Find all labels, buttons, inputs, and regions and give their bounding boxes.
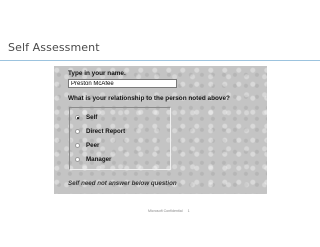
relationship-radio-group: Self Direct Report Peer Manager xyxy=(69,107,171,170)
instruction-note: Self need not answer below question xyxy=(68,180,177,187)
radio-option-manager[interactable]: Manager xyxy=(75,155,111,164)
title-divider xyxy=(0,60,320,61)
slide-title: Self Assessment xyxy=(8,41,100,54)
name-input[interactable] xyxy=(68,79,177,88)
radio-label-manager: Manager xyxy=(86,156,112,163)
radio-option-direct-report[interactable]: Direct Report xyxy=(75,127,125,136)
relationship-question-label: What is your relationship to the person … xyxy=(68,95,230,102)
radio-label-direct-report: Direct Report xyxy=(86,128,126,135)
radio-label-self: Self xyxy=(86,114,98,121)
footer-confidential-text: Microsoft Confidential xyxy=(148,209,183,213)
radio-unselected-icon[interactable] xyxy=(75,157,80,162)
radio-unselected-icon[interactable] xyxy=(75,129,80,134)
radio-selected-icon[interactable] xyxy=(75,115,80,120)
name-question-label: Type in your name. xyxy=(68,70,126,77)
page-number: 1 xyxy=(187,209,190,213)
slide-footer: Microsoft Confidential 1 xyxy=(148,209,190,213)
assessment-form-panel: Type in your name. What is your relation… xyxy=(54,66,267,194)
radio-label-peer: Peer xyxy=(86,142,100,149)
radio-option-self[interactable]: Self xyxy=(75,113,97,122)
radio-unselected-icon[interactable] xyxy=(75,143,80,148)
radio-option-peer[interactable]: Peer xyxy=(75,141,99,150)
